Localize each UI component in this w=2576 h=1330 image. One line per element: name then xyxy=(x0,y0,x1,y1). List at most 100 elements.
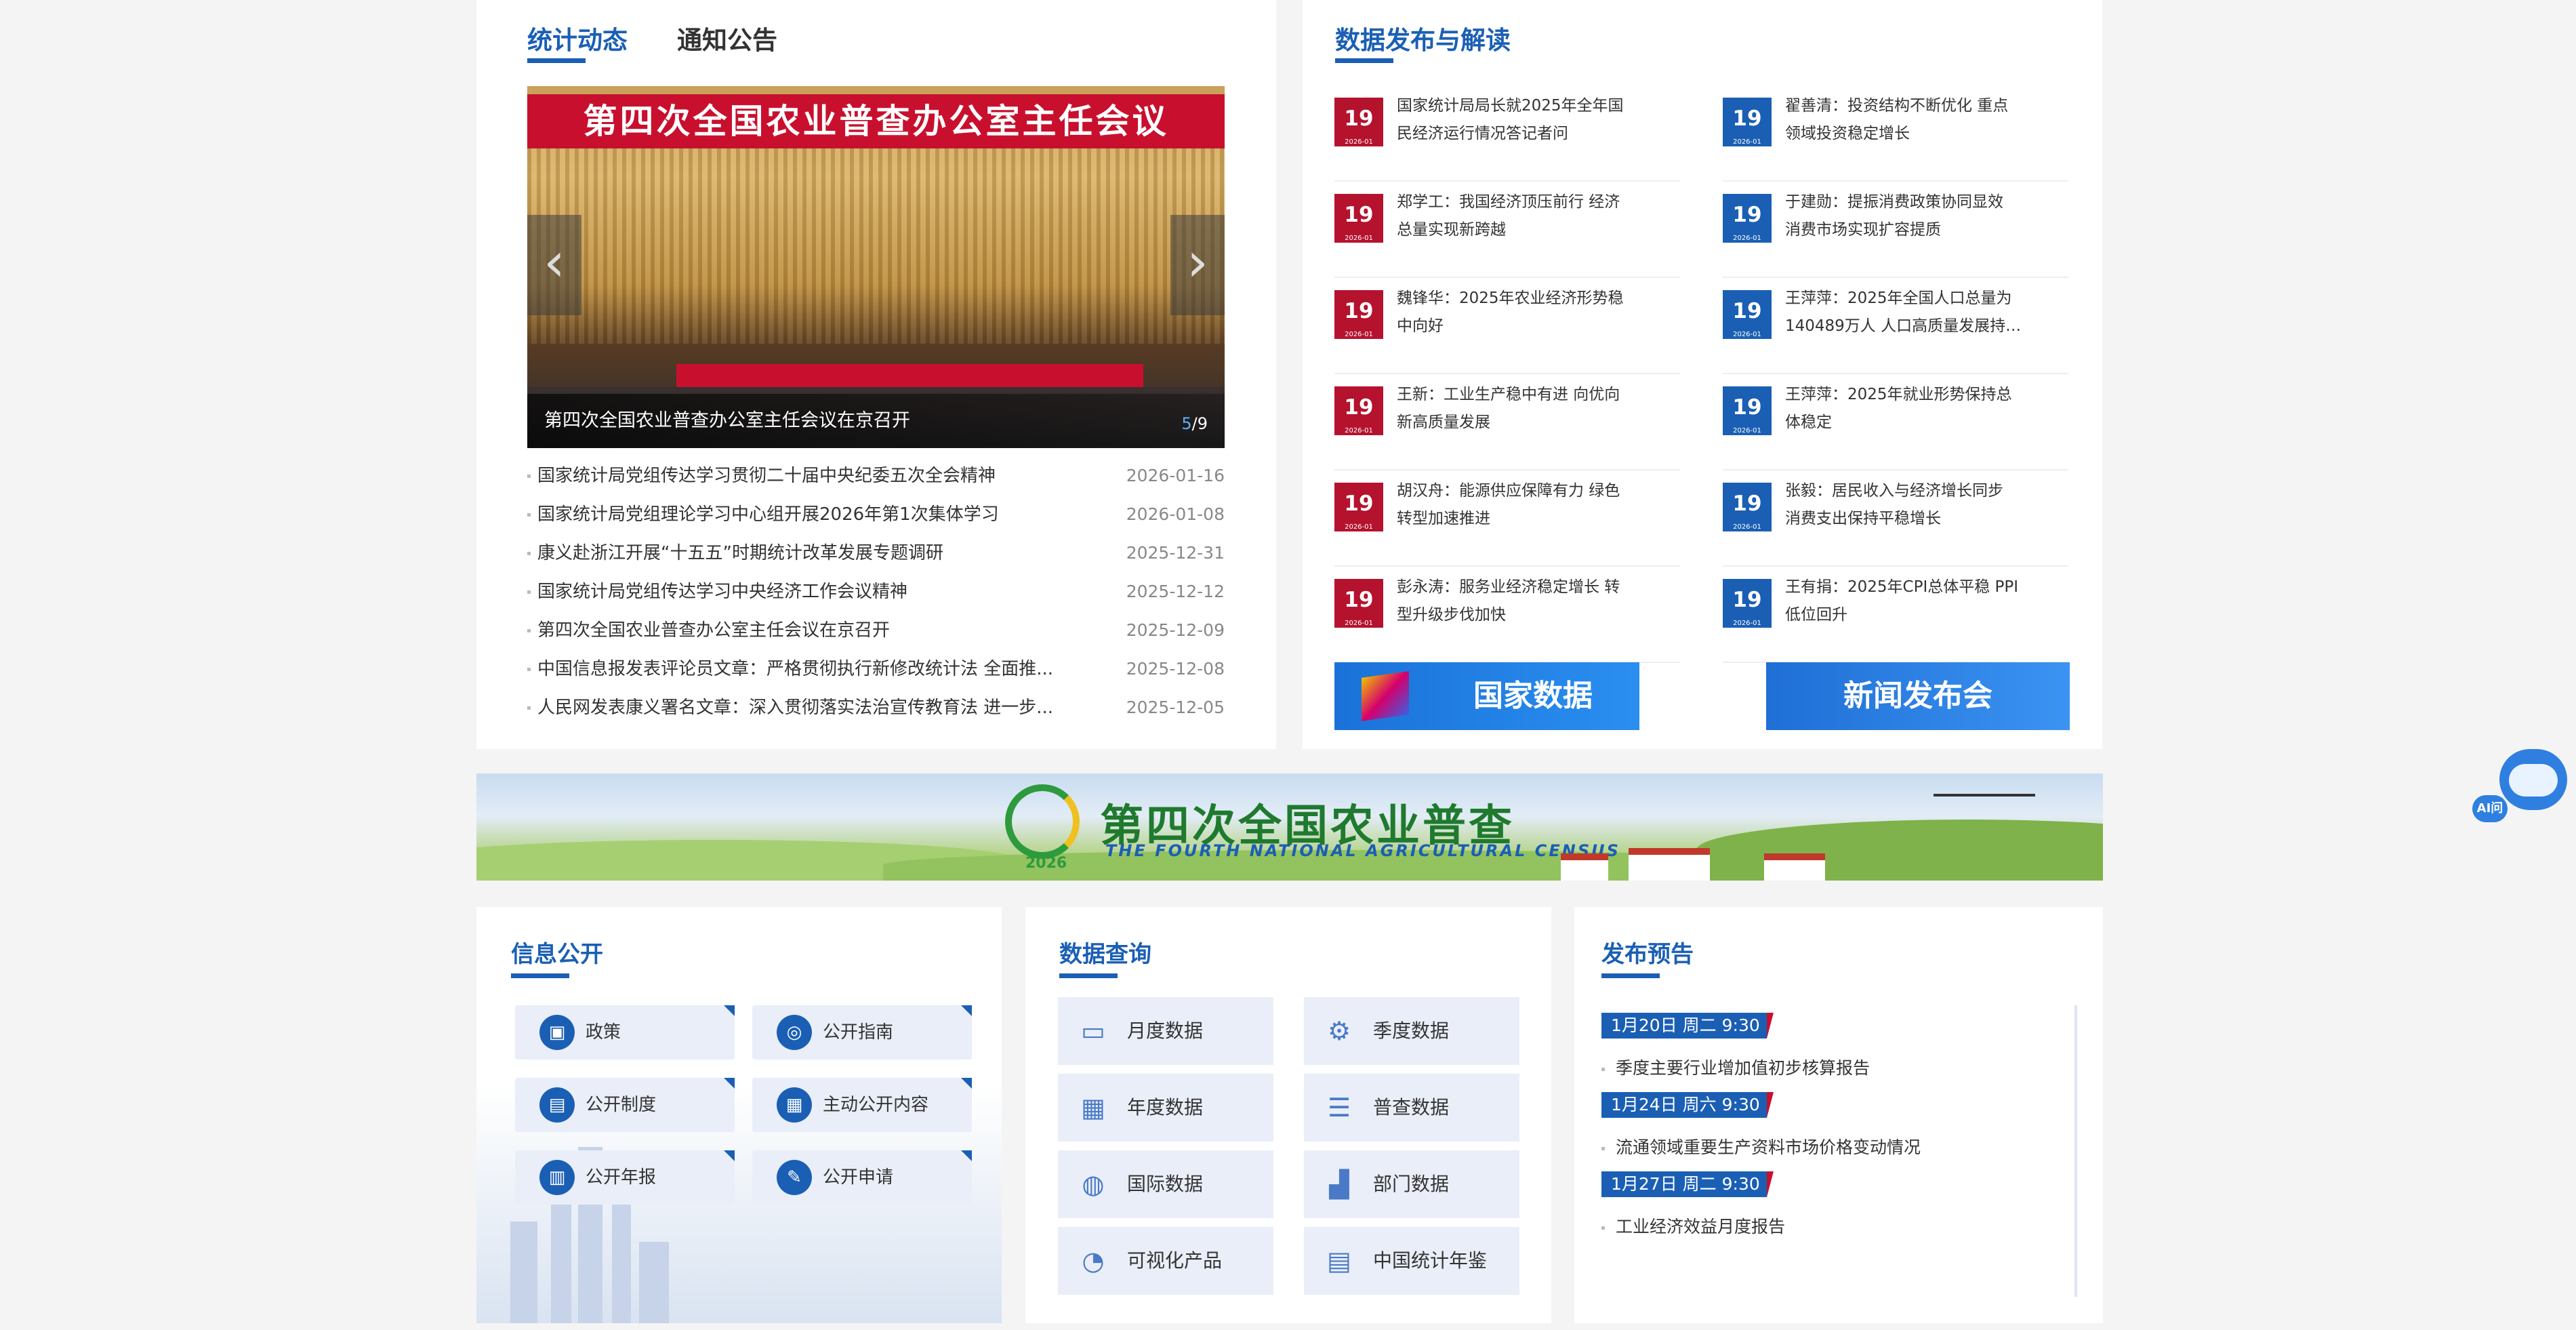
department-data-button[interactable]: ▟ 部门数据 xyxy=(1304,1150,1519,1218)
news-title[interactable]: 人民网发表康义署名文章：深入贯彻落实法治宣传教育法 进一步... xyxy=(537,693,1053,723)
release-item[interactable]: 19 2026-01 胡汉舟：能源供应保障有力 绿色 转型加速推进 xyxy=(1334,470,1680,567)
list-item[interactable]: 人民网发表康义署名文章：深入贯彻落实法治宣传教育法 进一步... 2025-12-… xyxy=(527,693,1225,731)
news-title[interactable]: 国家统计局党组传达学习中央经济工作会议精神 xyxy=(537,577,907,607)
preview-date: 1月27日 周二 9:30 xyxy=(1601,1171,1774,1197)
preview-item[interactable]: 季度主要行业增加值初步核算报告 xyxy=(1601,1055,1870,1079)
application-button[interactable]: ✎ 公开申请 xyxy=(752,1150,972,1205)
news-date: 2025-12-12 xyxy=(1126,582,1225,601)
release-item[interactable]: 19 2026-01 郑学工：我国经济顶压前行 经济 总量实现新跨越 xyxy=(1334,182,1680,278)
release-item[interactable]: 19 2026-01 王新：工业生产稳中有进 向优向 新高质量发展 xyxy=(1334,374,1680,470)
document-icon: ▦ xyxy=(777,1087,812,1123)
date-badge: 19 2026-01 xyxy=(1334,290,1383,339)
ai-assistant-button[interactable]: AI问 xyxy=(2472,749,2573,836)
report-icon: ▥ xyxy=(539,1160,575,1195)
release-item[interactable]: 19 2026-01 于建勋：提振消费政策协同显效 消费市场实现扩容提质 xyxy=(1723,182,2068,278)
news-title[interactable]: 中国信息报发表评论员文章：严格贯彻执行新修改统计法 全面推... xyxy=(537,654,1053,684)
news-title[interactable]: 国家统计局党组传达学习贯彻二十届中央纪委五次全会精神 xyxy=(537,461,996,491)
date-badge: 19 2026-01 xyxy=(1723,386,1772,435)
release-item[interactable]: 19 2026-01 翟善清：投资结构不断优化 重点 领域投资稳定增长 xyxy=(1723,85,2068,182)
date-badge: 19 2026-01 xyxy=(1723,194,1772,243)
list-item[interactable]: 国家统计局党组理论学习中心组开展2026年第1次集体学习 2026-01-08 xyxy=(527,500,1225,538)
news-list: 国家统计局党组传达学习贯彻二十届中央纪委五次全会精神 2026-01-16 国家统… xyxy=(527,461,1225,731)
edit-icon: ✎ xyxy=(777,1160,812,1195)
news-date: 2025-12-08 xyxy=(1126,659,1225,679)
visualization-button[interactable]: ◔ 可视化产品 xyxy=(1058,1227,1273,1295)
date-badge: 19 2026-01 xyxy=(1334,579,1383,628)
list-item[interactable]: 康义赴浙江开展“十五五”时期统计改革发展专题调研 2025-12-31 xyxy=(527,538,1225,577)
news-date: 2025-12-31 xyxy=(1126,543,1225,563)
annual-data-button[interactable]: ▦ 年度数据 xyxy=(1058,1074,1273,1142)
press-conference-banner[interactable]: 新闻发布会 xyxy=(1766,662,2070,730)
national-data-banner[interactable]: 国家数据 xyxy=(1334,662,1639,730)
data-cube-icon xyxy=(1362,671,1409,721)
census-logo-icon xyxy=(1005,784,1080,859)
active-disclosure-button[interactable]: ▦ 主动公开内容 xyxy=(752,1078,972,1132)
info-title[interactable]: 信息公开 xyxy=(511,935,603,969)
news-title[interactable]: 康义赴浙江开展“十五五”时期统计改革发展专题调研 xyxy=(537,538,943,568)
tab-notices[interactable]: 通知公告 xyxy=(677,24,777,58)
house-icon xyxy=(1561,853,1608,881)
tab-underline xyxy=(527,58,586,63)
monitor-icon: ▭ xyxy=(1081,1016,1105,1046)
visual-icon: ◔ xyxy=(1082,1246,1105,1276)
title-underline xyxy=(1059,973,1118,978)
release-item[interactable]: 19 2026-01 王萍萍：2025年就业形势保持总 体稳定 xyxy=(1723,374,2068,470)
preview-item[interactable]: 流通领域重要生产资料市场价格变动情况 xyxy=(1601,1134,1921,1158)
date-badge: 19 2026-01 xyxy=(1334,98,1383,146)
date-badge: 19 2026-01 xyxy=(1723,483,1772,531)
slide-total: /9 xyxy=(1191,414,1208,433)
slider-next-button[interactable]: › xyxy=(1170,215,1225,315)
news-date: 2025-12-09 xyxy=(1126,620,1225,640)
preview-scrollbar[interactable] xyxy=(2074,1005,2077,1297)
list-item[interactable]: 国家统计局党组传达学习中央经济工作会议精神 2025-12-12 xyxy=(527,577,1225,616)
slide-caption[interactable]: 第四次全国农业普查办公室主任会议在京召开 xyxy=(527,394,1225,448)
slide-curtain xyxy=(527,140,1225,344)
release-item[interactable]: 19 2026-01 王有捐：2025年CPI总体平稳 PPI 低位回升 xyxy=(1723,567,2068,663)
date-badge: 19 2026-01 xyxy=(1723,290,1772,339)
image-slider[interactable]: 第四次全国农业普查办公室主任会议 第四次全国农业普查办公室主任会议在京召开 5/… xyxy=(527,86,1225,448)
list-item[interactable]: 国家统计局党组传达学习贯彻二十届中央纪委五次全会精神 2026-01-16 xyxy=(527,461,1225,500)
international-data-button[interactable]: ◍ 国际数据 xyxy=(1058,1150,1273,1218)
query-title[interactable]: 数据查询 xyxy=(1059,935,1151,969)
slide-banner: 第四次全国农业普查办公室主任会议 xyxy=(527,94,1225,148)
robot-face xyxy=(2509,764,2558,797)
system-button[interactable]: ▤ 公开制度 xyxy=(515,1078,735,1132)
preview-title[interactable]: 发布预告 xyxy=(1601,935,1694,969)
news-title[interactable]: 第四次全国农业普查办公室主任会议在京召开 xyxy=(537,616,890,645)
release-item[interactable]: 19 2026-01 王萍萍：2025年全国人口总量为 140489万人 人口高质量发… xyxy=(1723,278,2068,374)
date-badge: 19 2026-01 xyxy=(1334,386,1383,435)
preview-item[interactable]: 工业经济效益月度报告 xyxy=(1601,1213,1785,1238)
list-item[interactable]: 第四次全国农业普查办公室主任会议在京召开 2025-12-09 xyxy=(527,616,1225,654)
news-date: 2025-12-05 xyxy=(1126,698,1225,717)
census-banner[interactable]: 2026 第四次全国农业普查 THE FOURTH NATIONAL AGRIC… xyxy=(476,773,2103,881)
house-icon xyxy=(1629,848,1710,881)
gear-chart-icon: ⚙ xyxy=(1327,1016,1351,1046)
yearbook-icon: ▤ xyxy=(1327,1246,1351,1276)
monthly-data-button[interactable]: ▭ 月度数据 xyxy=(1058,997,1273,1065)
quarterly-data-button[interactable]: ⚙ 季度数据 xyxy=(1304,997,1519,1065)
bar-chart-icon: ▟ xyxy=(1329,1169,1349,1199)
news-date: 2026-01-08 xyxy=(1126,504,1225,524)
guide-button[interactable]: ◎ 公开指南 xyxy=(752,1005,972,1060)
news-title[interactable]: 国家统计局党组理论学习中心组开展2026年第1次集体学习 xyxy=(537,500,999,529)
title-underline xyxy=(1335,58,1393,63)
list-item[interactable]: 中国信息报发表评论员文章：严格贯彻执行新修改统计法 全面推... 2025-12-… xyxy=(527,654,1225,693)
release-title[interactable]: 数据发布与解读 xyxy=(1335,24,1511,58)
preview-date: 1月24日 周六 9:30 xyxy=(1601,1092,1774,1118)
release-item[interactable]: 19 2026-01 张毅：居民收入与经济增长同步 消费支出保持平稳增长 xyxy=(1723,470,2068,567)
policy-button[interactable]: ▣ 政策 xyxy=(515,1005,735,1060)
tab-statistics-news[interactable]: 统计动态 xyxy=(527,24,628,58)
house-icon xyxy=(1764,853,1825,881)
release-item[interactable]: 19 2026-01 魏锋华：2025年农业经济形势稳 中向好 xyxy=(1334,278,1680,374)
annual-report-button[interactable]: ▥ 公开年报 xyxy=(515,1150,735,1205)
census-data-button[interactable]: ☰ 普查数据 xyxy=(1304,1074,1519,1142)
book-icon: ▤ xyxy=(539,1087,575,1123)
ai-label: AI问 xyxy=(2472,795,2508,822)
policy-icon: ▣ xyxy=(539,1015,575,1050)
preview-date: 1月20日 周二 9:30 xyxy=(1601,1013,1774,1039)
release-item[interactable]: 19 2026-01 国家统计局局长就2025年全年国 民经济运行情况答记者问 xyxy=(1334,85,1680,182)
release-item[interactable]: 19 2026-01 彭永涛：服务业经济稳定增长 转型升级步伐加快 xyxy=(1334,567,1680,663)
slider-prev-button[interactable]: ‹ xyxy=(527,215,581,315)
yearbook-button[interactable]: ▤ 中国统计年鉴 xyxy=(1304,1227,1519,1295)
globe-icon: ◍ xyxy=(1082,1169,1105,1199)
